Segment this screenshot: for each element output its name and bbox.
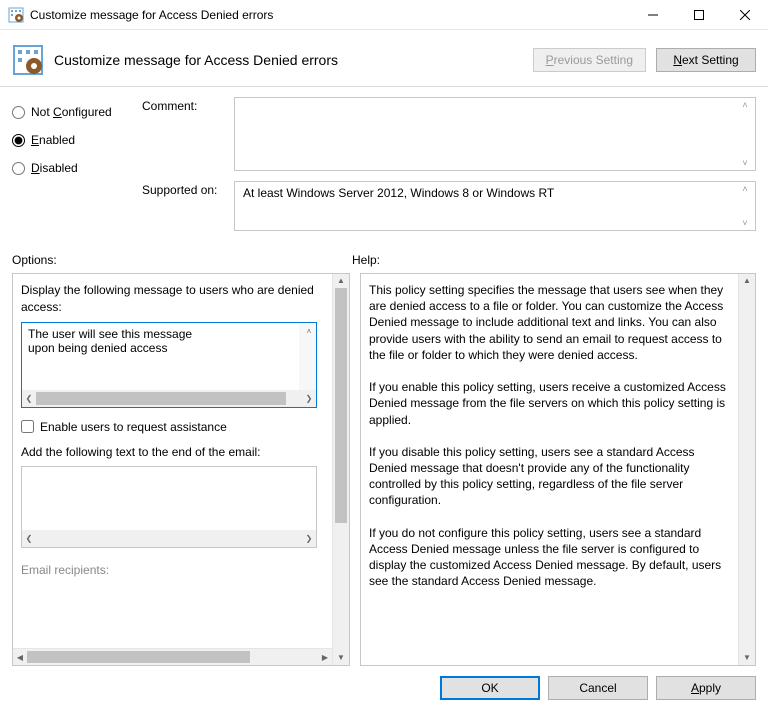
previous-setting-button: Previous Setting	[533, 48, 646, 72]
supported-scrollbar: ˄˅	[737, 182, 753, 230]
options-label: Options:	[12, 253, 352, 267]
inner-vscroll[interactable]: ˄	[299, 323, 316, 390]
disabled-radio[interactable]: Disabled	[12, 161, 142, 175]
comment-textarea[interactable]: ˄˅	[234, 97, 756, 171]
help-text: This policy setting specifies the messag…	[361, 274, 738, 665]
display-message-textarea[interactable]: ˄ ❮ ❯	[21, 322, 317, 408]
supported-on-text: At least Windows Server 2012, Windows 8 …	[243, 186, 554, 200]
enable-request-label: Enable users to request assistance	[40, 420, 227, 434]
window-title: Customize message for Access Denied erro…	[30, 8, 630, 22]
policy-icon-large	[12, 44, 44, 76]
append-email-label: Add the following text to the end of the…	[21, 444, 328, 461]
maximize-button[interactable]	[676, 0, 722, 30]
close-button[interactable]	[722, 0, 768, 30]
inner-hscroll[interactable]: ❮ ❯	[22, 390, 316, 407]
options-pane: Display the following message to users w…	[12, 273, 350, 666]
cancel-button[interactable]: Cancel	[548, 676, 648, 700]
minimize-button[interactable]	[630, 0, 676, 30]
help-vscrollbar[interactable]: ▲ ▼	[738, 274, 755, 665]
append-email-textarea[interactable]: ❮ ❯	[21, 466, 317, 548]
options-vscrollbar[interactable]: ▲ ▼	[332, 274, 349, 665]
append-email-hscroll[interactable]: ❮ ❯	[22, 530, 316, 547]
not-configured-radio[interactable]: Not Configured	[12, 105, 142, 119]
titlebar: Customize message for Access Denied erro…	[0, 0, 768, 30]
help-pane: This policy setting specifies the messag…	[360, 273, 756, 666]
display-message-input[interactable]	[22, 323, 316, 390]
next-setting-button[interactable]: Next Setting	[656, 48, 756, 72]
supported-on-label: Supported on:	[142, 181, 226, 197]
comment-scrollbar[interactable]: ˄˅	[737, 98, 753, 170]
ok-button[interactable]: OK	[440, 676, 540, 700]
enable-request-checkbox[interactable]: Enable users to request assistance	[21, 420, 328, 434]
enabled-radio[interactable]: Enabled	[12, 133, 142, 147]
display-message-label: Display the following message to users w…	[21, 282, 328, 316]
header: Customize message for Access Denied erro…	[0, 30, 768, 87]
page-title: Customize message for Access Denied erro…	[54, 52, 533, 68]
state-radio-group: Not Configured Enabled Disabled	[12, 97, 142, 241]
dialog-footer: OK Cancel Apply	[0, 666, 768, 712]
help-label: Help:	[352, 253, 756, 267]
policy-icon	[8, 7, 24, 23]
options-hscrollbar[interactable]: ◀ ▶	[13, 648, 332, 665]
email-recipients-label: Email recipients:	[21, 562, 328, 579]
supported-on-value: At least Windows Server 2012, Windows 8 …	[234, 181, 756, 231]
apply-button[interactable]: Apply	[656, 676, 756, 700]
comment-label: Comment:	[142, 97, 226, 113]
